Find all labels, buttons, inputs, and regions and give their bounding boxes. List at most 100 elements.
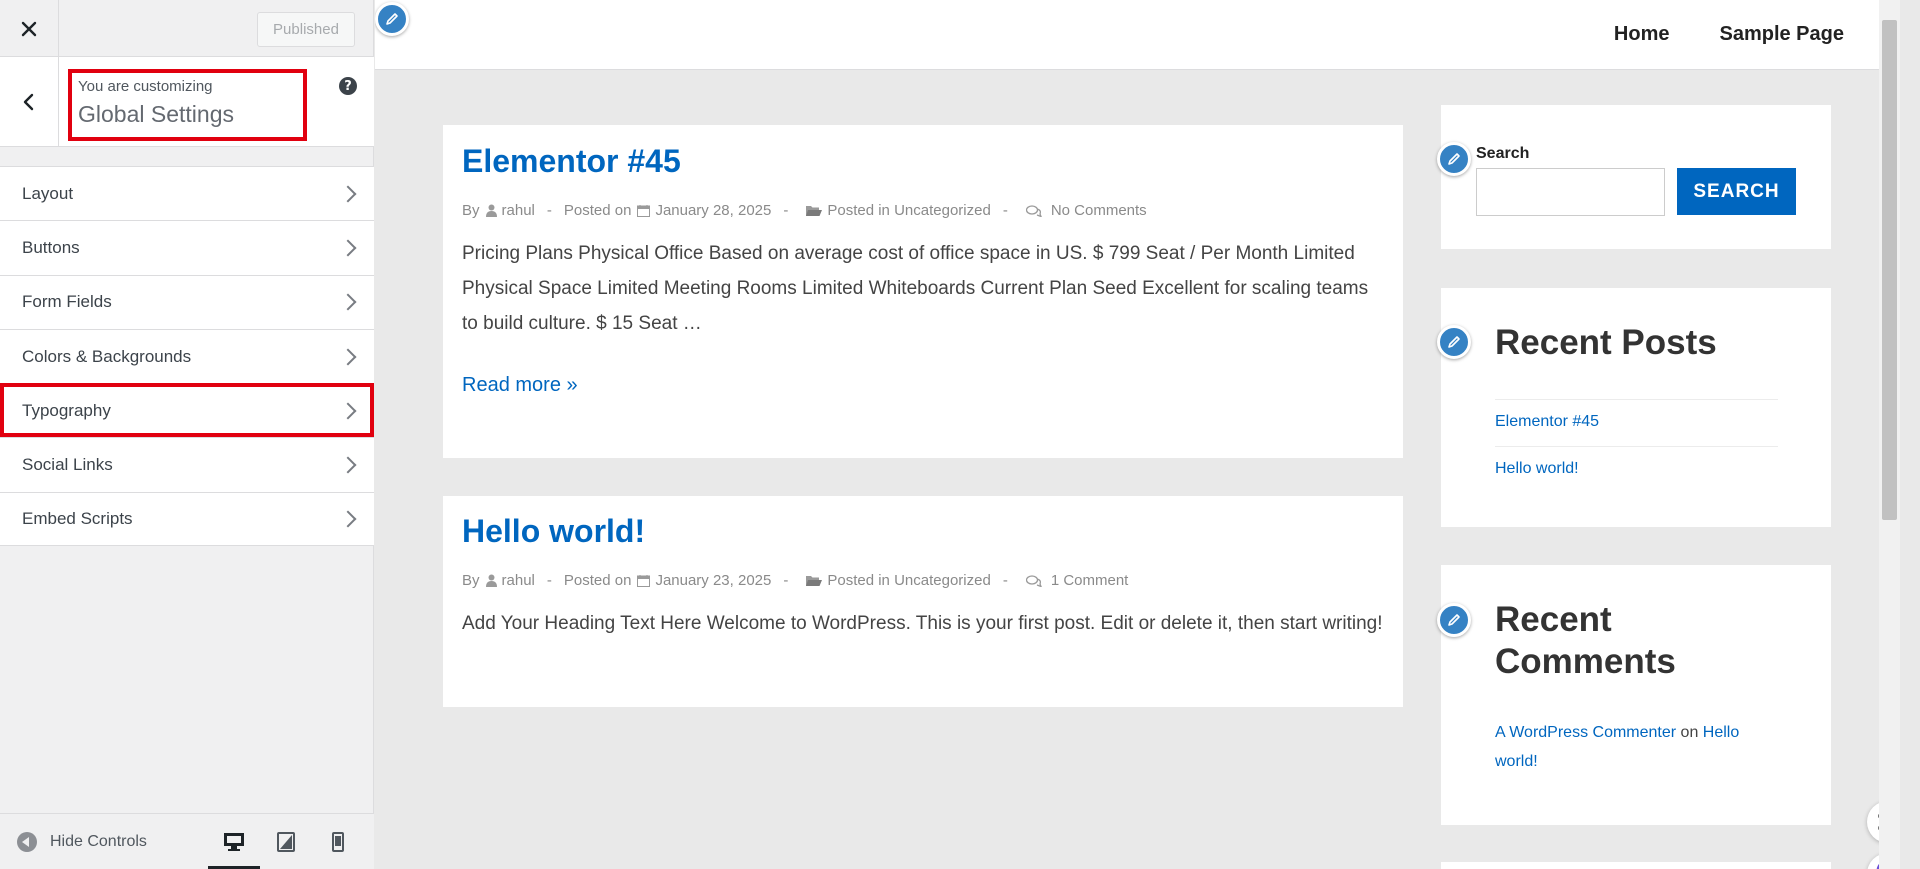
scrollbar-thumb[interactable] (1882, 20, 1897, 520)
menu-item-buttons[interactable]: Buttons (0, 220, 374, 274)
device-preview-toggles (208, 814, 364, 869)
meta-date[interactable]: January 23, 2025 (655, 572, 771, 589)
menu-item-typography[interactable]: Typography (0, 383, 374, 438)
calendar-icon (637, 205, 651, 217)
chevron-left-icon (23, 93, 34, 111)
back-button[interactable] (0, 57, 59, 147)
user-icon (485, 204, 497, 217)
meta-separator: - (546, 202, 552, 219)
meta-posted-on: Posted on (563, 202, 632, 219)
help-icon[interactable]: ? (339, 77, 357, 95)
menu-item-label: Embed Scripts (22, 508, 133, 528)
meta-separator: - (1002, 202, 1008, 219)
edit-shortcut-recent-posts[interactable] (1437, 325, 1471, 359)
meta-category[interactable]: Uncategorized (894, 202, 991, 219)
preview-mobile-button[interactable] (312, 814, 364, 869)
edit-shortcut-header[interactable] (375, 2, 409, 36)
menu-item-colors-backgrounds[interactable]: Colors & Backgrounds (0, 328, 374, 383)
user-icon (485, 574, 497, 587)
sidebar-title-area: You are customizing Global Settings ? (0, 57, 374, 147)
post-card: Elementor #45 By rahul - Posted on Janua… (443, 125, 1403, 458)
recent-comments-widget: Recent Comments A WordPress Commenter on… (1441, 565, 1831, 825)
meta-comments[interactable]: No Comments (1051, 202, 1147, 219)
post-meta: By rahul - Posted on January 28, 2025 - … (462, 202, 1384, 219)
chevron-right-icon (339, 348, 357, 366)
meta-posted-on: Posted on (563, 572, 632, 589)
edit-shortcut-recent-comments[interactable] (1437, 603, 1471, 637)
menu-item-label: Layout (22, 183, 74, 203)
meta-posted-in: Posted in (827, 202, 890, 219)
meta-by: By (462, 202, 480, 219)
search-input[interactable] (1476, 168, 1665, 216)
sidebar-footer: Hide Controls (0, 813, 374, 869)
collapse-icon (17, 831, 37, 852)
menu-item-label: Buttons (22, 237, 80, 257)
customizing-title: You are customizing Global Settings (68, 69, 307, 141)
menu-item-label: Typography (22, 400, 111, 420)
post-excerpt: Pricing Plans Physical Office Based on a… (462, 243, 1369, 334)
meta-separator: - (546, 572, 552, 589)
next-widget (1441, 862, 1831, 869)
preview-scrollbar[interactable] (1879, 0, 1900, 869)
calendar-icon (637, 575, 651, 587)
meta-comments[interactable]: 1 Comment (1051, 572, 1129, 589)
menu-item-form-fields[interactable]: Form Fields (0, 274, 374, 329)
search-widget: Search SEARCH (1441, 105, 1831, 249)
mobile-icon (332, 832, 344, 852)
menu-item-label: Colors & Backgrounds (22, 346, 192, 366)
menu-item-label: Social Links (22, 455, 113, 475)
pencil-icon (1448, 153, 1460, 165)
preview-tablet-button[interactable] (260, 814, 312, 869)
folder-icon (806, 205, 823, 216)
divider (1495, 446, 1778, 447)
meta-author[interactable]: rahul (502, 202, 535, 219)
comments-icon (1025, 204, 1042, 217)
close-button[interactable] (0, 0, 59, 57)
divider (1495, 399, 1778, 400)
chevron-right-icon (339, 510, 357, 528)
post-meta: By rahul - Posted on January 23, 2025 - … (462, 572, 1384, 589)
recent-posts-title: Recent Posts (1495, 323, 1717, 362)
recent-comment-entry: A WordPress Commenter on Hello world! (1495, 718, 1765, 776)
nav-home[interactable]: Home (1614, 23, 1670, 46)
meta-category[interactable]: Uncategorized (894, 572, 991, 589)
commenter-link[interactable]: A WordPress Commenter (1495, 724, 1676, 741)
comments-icon (1025, 574, 1042, 587)
settings-menu: Layout Buttons Form Fields Colors & Back… (0, 166, 374, 547)
customizer-sidebar: Published You are customizing Global Set… (0, 0, 374, 869)
recent-post-link[interactable]: Elementor #45 (1495, 413, 1599, 431)
menu-item-embed-scripts[interactable]: Embed Scripts (0, 491, 374, 547)
post-card: Hello world! By rahul - Posted on Januar… (443, 496, 1403, 707)
pencil-icon (386, 13, 398, 25)
menu-item-social-links[interactable]: Social Links (0, 437, 374, 491)
hide-controls-button[interactable]: Hide Controls (17, 831, 147, 852)
pencil-icon (1448, 614, 1460, 626)
post-title[interactable]: Elementor #45 (462, 143, 1384, 180)
sidebar-header: Published (0, 0, 373, 57)
site-preview: Home Sample Page Elementor #45 By rahul … (375, 0, 1900, 869)
post-title[interactable]: Hello world! (462, 513, 1384, 550)
recent-post-link[interactable]: Hello world! (1495, 460, 1579, 478)
pencil-icon (1448, 336, 1460, 348)
meta-separator: - (783, 202, 789, 219)
search-button[interactable]: SEARCH (1677, 168, 1796, 215)
post-excerpt: Add Your Heading Text Here Welcome to Wo… (462, 613, 1383, 634)
recent-posts-widget: Recent Posts Elementor #45 Hello world! (1441, 288, 1831, 527)
desktop-icon (224, 833, 244, 851)
edit-shortcut-search[interactable] (1437, 142, 1471, 176)
preview-desktop-button[interactable] (208, 814, 260, 869)
nav-sample-page[interactable]: Sample Page (1719, 23, 1844, 46)
menu-item-layout[interactable]: Layout (0, 166, 374, 220)
publish-button[interactable]: Published (257, 12, 355, 47)
recent-comments-title: Recent Comments (1495, 600, 1676, 681)
chevron-right-icon (339, 239, 357, 257)
meta-date[interactable]: January 28, 2025 (655, 202, 771, 219)
tablet-icon (277, 832, 295, 852)
customizing-label: You are customizing (78, 78, 213, 95)
read-more-link[interactable]: Read more » (462, 374, 578, 397)
folder-icon (806, 575, 823, 586)
chevron-right-icon (339, 402, 357, 420)
comment-on: on (1680, 724, 1699, 741)
meta-author[interactable]: rahul (502, 572, 535, 589)
search-label: Search (1476, 145, 1530, 162)
